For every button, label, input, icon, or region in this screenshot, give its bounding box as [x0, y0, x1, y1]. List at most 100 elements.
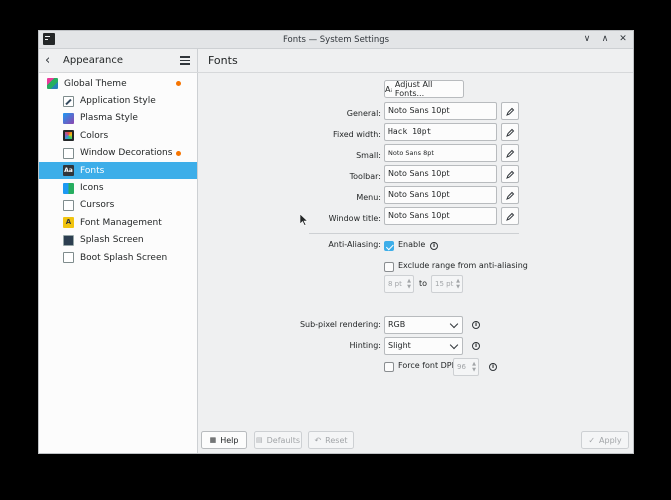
- small-font-choose-button[interactable]: [501, 144, 519, 162]
- general-font-choose-button[interactable]: [501, 102, 519, 120]
- help-button[interactable]: ▦ Help: [201, 431, 247, 449]
- window-title: Fonts — System Settings: [282, 34, 390, 45]
- main-panel: Fonts Aᵢ Adjust All Fonts... General: No…: [197, 49, 633, 453]
- fixed-width-font-label: Fixed width:: [332, 130, 381, 139]
- general-font-label: General:: [346, 109, 381, 118]
- splash-screen-icon: [63, 234, 74, 246]
- plasma-style-icon: [63, 112, 74, 124]
- sidebar-item-icons[interactable]: Icons: [39, 179, 197, 196]
- sidebar-item-splash-screen[interactable]: Splash Screen: [39, 232, 197, 249]
- apply-icon: ✓: [588, 435, 596, 445]
- menu-font-field[interactable]: Noto Sans 10pt: [384, 186, 497, 204]
- back-arrow-icon[interactable]: ‹: [45, 53, 59, 68]
- application-style-icon: [63, 95, 74, 107]
- sidebar-list: Global Theme Application Style Plasma St…: [39, 73, 197, 266]
- help-button-label: Help: [220, 435, 239, 445]
- small-font-field[interactable]: Noto Sans 8pt: [384, 144, 497, 162]
- spinbox-arrows-icon: ▲ ▼: [472, 361, 476, 373]
- info-icon[interactable]: i: [472, 342, 480, 350]
- anti-aliasing-label: Anti-Aliasing:: [328, 240, 381, 249]
- apply-button[interactable]: ✓ Apply: [581, 431, 629, 449]
- info-icon[interactable]: i: [472, 321, 480, 329]
- toolbar-font-choose-button[interactable]: [501, 165, 519, 183]
- sidebar-item-label: Boot Splash Screen: [80, 252, 168, 263]
- icons-icon: [63, 182, 74, 194]
- spinbox-arrows-icon: ▲ ▼: [407, 278, 411, 290]
- window-title-font-field[interactable]: Noto Sans 10pt: [384, 207, 497, 225]
- defaults-button[interactable]: ▤ Defaults: [254, 431, 302, 449]
- maximize-icon[interactable]: ∧: [599, 32, 611, 47]
- sidebar-item-colors[interactable]: Colors: [39, 127, 197, 144]
- toolbar-font-label: Toolbar:: [349, 172, 381, 181]
- exclude-range-from-spinbox[interactable]: 8 pt ▲ ▼: [384, 275, 414, 293]
- anti-aliasing-enable-checkbox[interactable]: [384, 241, 394, 251]
- help-icon: ▦: [209, 436, 217, 444]
- menu-font-choose-button[interactable]: [501, 186, 519, 204]
- sidebar-item-font-management[interactable]: A Font Management: [39, 214, 197, 231]
- sidebar: ‹ Appearance Global Theme Application St…: [39, 49, 198, 453]
- sidebar-item-label: Font Management: [80, 217, 162, 228]
- hinting-combobox[interactable]: Slight: [384, 337, 463, 355]
- mouse-cursor-icon: [300, 214, 308, 226]
- pen-icon: [506, 149, 515, 158]
- chevron-down-icon: [449, 319, 459, 329]
- sidebar-item-cursors[interactable]: Cursors: [39, 197, 197, 214]
- sidebar-item-plasma-style[interactable]: Plasma Style: [39, 110, 197, 127]
- app-icon[interactable]: [43, 33, 55, 45]
- exclude-range-checkbox[interactable]: [384, 262, 394, 272]
- subpixel-rendering-label: Sub-pixel rendering:: [299, 320, 381, 329]
- pen-icon: [506, 107, 515, 116]
- defaults-button-label: Defaults: [266, 435, 301, 445]
- pen-icon: [506, 191, 515, 200]
- force-dpi-checkbox[interactable]: [384, 362, 394, 372]
- close-icon[interactable]: ✕: [617, 32, 629, 47]
- sidebar-title: Appearance: [63, 55, 124, 66]
- minimize-icon[interactable]: ∨: [581, 32, 593, 47]
- sidebar-item-boot-splash-screen[interactable]: Boot Splash Screen: [39, 249, 197, 266]
- modified-indicator: [176, 150, 181, 156]
- window-title-font-choose-button[interactable]: [501, 207, 519, 225]
- fonts-icon: Aa: [63, 165, 74, 177]
- global-theme-icon: [47, 78, 58, 90]
- sidebar-item-label: Application Style: [80, 96, 156, 107]
- reset-button[interactable]: ↶ Reset: [308, 431, 354, 449]
- sidebar-item-global-theme[interactable]: Global Theme: [39, 75, 197, 92]
- subpixel-rendering-combobox[interactable]: RGB: [384, 316, 463, 334]
- boot-splash-screen-icon: [63, 252, 74, 264]
- apply-button-label: Apply: [599, 435, 622, 445]
- sidebar-item-label: Colors: [80, 130, 109, 141]
- adjust-all-fonts-button[interactable]: Aᵢ Adjust All Fonts...: [384, 80, 464, 98]
- window-title-font-label: Window title:: [328, 214, 381, 223]
- menu-font-label: Menu:: [356, 193, 381, 202]
- colors-icon: [63, 130, 74, 142]
- info-icon[interactable]: i: [430, 242, 438, 250]
- spinbox-value: 96: [457, 363, 466, 371]
- force-dpi-spinbox[interactable]: 96 ▲ ▼: [453, 358, 479, 376]
- general-font-field[interactable]: Noto Sans 10pt: [384, 102, 497, 120]
- hamburger-menu-icon[interactable]: [180, 56, 190, 65]
- exclude-range-to-spinbox[interactable]: 15 pt ▲ ▼: [431, 275, 463, 293]
- font-management-icon: A: [63, 217, 74, 229]
- sidebar-item-label: Plasma Style: [80, 113, 138, 124]
- toolbar-font-field[interactable]: Noto Sans 10pt: [384, 165, 497, 183]
- defaults-icon: ▤: [255, 436, 263, 444]
- fixed-width-font-field[interactable]: Hack 10pt: [384, 123, 497, 141]
- pen-icon: [506, 170, 515, 179]
- reset-button-label: Reset: [325, 435, 348, 445]
- pen-icon: [506, 212, 515, 221]
- sidebar-item-application-style[interactable]: Application Style: [39, 92, 197, 109]
- sidebar-item-label: Fonts: [80, 165, 105, 176]
- system-settings-window: Fonts — System Settings ∨ ∧ ✕ ‹ Appearan…: [38, 30, 634, 454]
- hinting-label: Hinting:: [349, 341, 381, 350]
- sidebar-item-label: Icons: [80, 183, 104, 194]
- cursors-icon: [63, 199, 74, 211]
- title-bar[interactable]: Fonts — System Settings ∨ ∧ ✕: [39, 31, 633, 49]
- fixed-width-font-choose-button[interactable]: [501, 123, 519, 141]
- modified-indicator: [176, 81, 181, 86]
- main-header: Fonts: [197, 49, 633, 73]
- exclude-range-label: Exclude range from anti-aliasing: [398, 261, 528, 270]
- sidebar-item-fonts[interactable]: Aa Fonts: [39, 161, 197, 180]
- sidebar-item-window-decorations[interactable]: Window Decorations: [39, 145, 197, 162]
- adjust-all-fonts-label: Adjust All Fonts...: [394, 80, 433, 98]
- info-icon[interactable]: i: [489, 363, 497, 371]
